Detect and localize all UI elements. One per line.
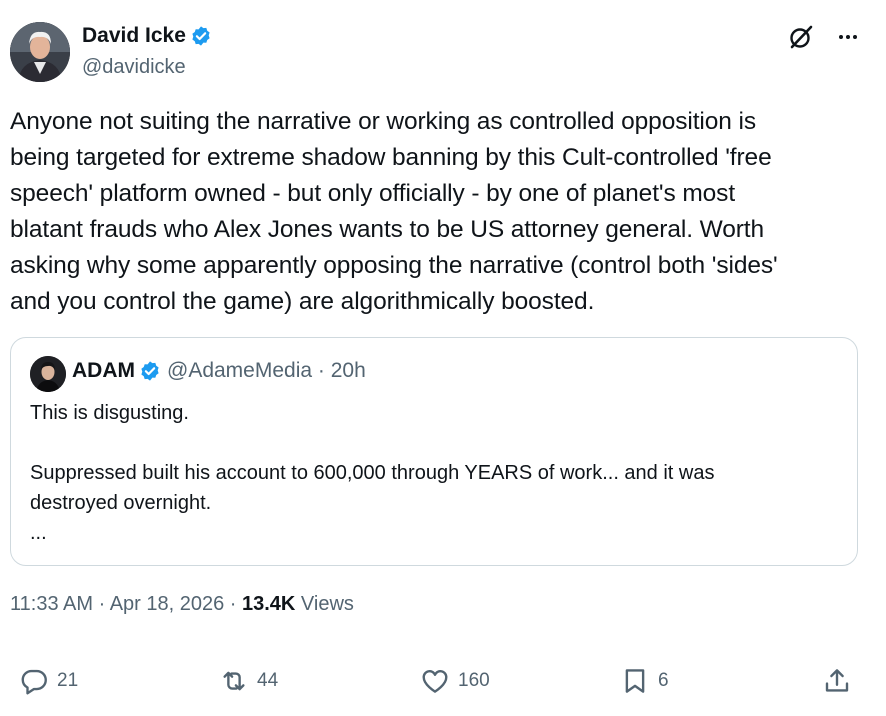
views-count: 13.4K bbox=[242, 593, 296, 615]
quoted-line: destroyed overnight. bbox=[30, 492, 212, 514]
header-actions bbox=[788, 24, 860, 50]
quoted-author-avatar bbox=[30, 356, 66, 392]
views-label: Views bbox=[295, 593, 354, 615]
like-icon bbox=[422, 670, 448, 693]
tweet-line: asking why some apparently opposing the … bbox=[10, 252, 778, 279]
quoted-tweet-header: ADAM @AdameMedia · 20h bbox=[72, 359, 366, 383]
quoted-line: ... bbox=[30, 522, 47, 544]
tweet-line: blatant frauds who Alex Jones wants to b… bbox=[10, 216, 765, 243]
reply-count: 21 bbox=[57, 670, 79, 691]
repost-button[interactable]: 44 bbox=[219, 666, 278, 696]
tweet-timestamp[interactable]: 11:33 AM · Apr 18, 2026 · bbox=[10, 593, 242, 615]
tweet-line: speech' platform owned - but only offici… bbox=[10, 180, 736, 207]
quoted-author-name: ADAM bbox=[72, 359, 135, 382]
bookmark-count: 6 bbox=[658, 670, 669, 691]
tweet-meta: 11:33 AM · Apr 18, 2026 · 13.4K Views bbox=[10, 593, 354, 616]
bookmark-icon bbox=[625, 669, 645, 693]
tweet-text: Anyone not suiting the narrative or work… bbox=[10, 104, 876, 320]
tweet-line: and you control the game) are algorithmi… bbox=[10, 288, 595, 315]
repost-count: 44 bbox=[257, 670, 279, 691]
quoted-tweet-card[interactable]: ADAM @AdameMedia · 20h This is disgustin… bbox=[10, 337, 858, 566]
reply-button[interactable]: 21 bbox=[19, 666, 78, 696]
bookmark-button[interactable]: 6 bbox=[620, 666, 669, 696]
grok-icon[interactable] bbox=[788, 24, 814, 50]
tweet-line: Anyone not suiting the narrative or work… bbox=[10, 108, 757, 135]
author-avatar[interactable] bbox=[10, 22, 70, 82]
share-icon bbox=[825, 669, 849, 692]
more-icon[interactable] bbox=[836, 25, 860, 49]
like-button[interactable]: 160 bbox=[420, 666, 490, 696]
quoted-line: Suppressed built his account to 600,000 … bbox=[30, 462, 715, 484]
tweet-header: David Icke @davidicke bbox=[10, 22, 876, 82]
quoted-line: This is disgusting. bbox=[30, 402, 189, 424]
repost-icon bbox=[223, 671, 245, 691]
tweet-line: being targeted for extreme shadow bannin… bbox=[10, 144, 772, 171]
author-name[interactable]: David Icke bbox=[82, 24, 186, 48]
quoted-line bbox=[30, 428, 845, 458]
like-count: 160 bbox=[458, 670, 490, 691]
verified-badge-icon bbox=[139, 360, 161, 382]
author-name-row: David Icke bbox=[82, 24, 212, 48]
quoted-tweet-text: This is disgusting. Suppressed built his… bbox=[30, 398, 845, 548]
verified-badge-icon bbox=[190, 25, 212, 47]
reply-icon bbox=[21, 669, 47, 695]
share-button[interactable] bbox=[822, 666, 852, 696]
tweet-actions-bar: 21 44 160 6 bbox=[0, 666, 886, 706]
quoted-author-handle-time: @AdameMedia · 20h bbox=[167, 359, 366, 382]
author-handle[interactable]: @davidicke bbox=[82, 56, 186, 79]
